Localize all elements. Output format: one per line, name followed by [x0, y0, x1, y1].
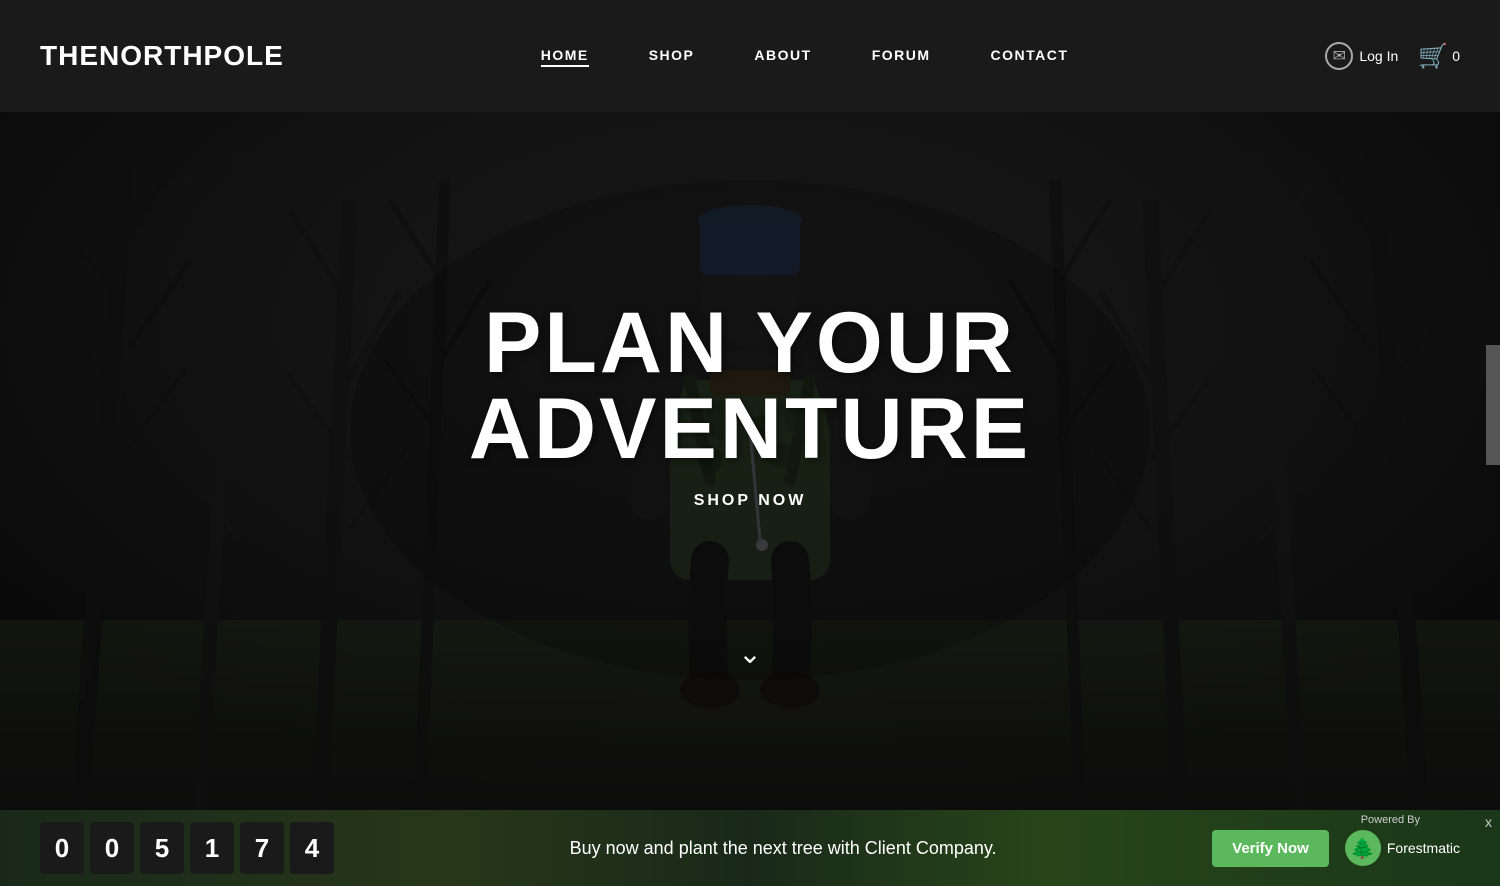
cart-button[interactable]: 🛒 0: [1418, 42, 1460, 71]
promo-banner: 0 0 5 1 7 4 Buy now and plant the next t…: [0, 810, 1500, 886]
brand-logo[interactable]: THENORTHPOLE: [40, 40, 284, 72]
cart-count: 0: [1452, 48, 1460, 64]
login-button[interactable]: ✉ Log In: [1325, 42, 1398, 70]
navbar: THENORTHPOLE HOME SHOP ABOUT FORUM CONTA…: [0, 0, 1500, 112]
digit-4: 1: [190, 822, 234, 874]
banner-close-button[interactable]: x: [1485, 814, 1492, 830]
forestmatic-brand: 🌲 Forestmatic: [1345, 830, 1460, 866]
nav-link-about[interactable]: ABOUT: [754, 47, 811, 63]
shop-now-button[interactable]: SHOP NOW: [694, 492, 807, 510]
banner-right: Verify Now 🌲 Forestmatic: [1212, 830, 1460, 867]
nav-links: HOME SHOP ABOUT FORUM CONTACT: [541, 47, 1069, 65]
scroll-down-button[interactable]: ⌄: [738, 637, 761, 670]
brand-name-suffix: NORTHPOLE: [99, 40, 284, 71]
digit-3: 5: [140, 822, 184, 874]
counter-display: 0 0 5 1 7 4: [40, 822, 334, 874]
powered-by-text: Powered By: [1361, 814, 1420, 826]
login-label: Log In: [1359, 48, 1398, 64]
nav-item-shop[interactable]: SHOP: [649, 47, 695, 65]
nav-item-forum[interactable]: FORUM: [872, 47, 931, 65]
cart-bag-icon: 🛒: [1418, 42, 1448, 71]
digit-2: 0: [90, 822, 134, 874]
scroll-indicator: [1486, 345, 1500, 465]
verify-button[interactable]: Verify Now: [1212, 830, 1329, 867]
hero-title: PLAN YOUR ADVENTURE: [375, 300, 1125, 472]
digit-1: 0: [40, 822, 84, 874]
digit-6: 4: [290, 822, 334, 874]
nav-link-forum[interactable]: FORUM: [872, 47, 931, 63]
nav-item-about[interactable]: ABOUT: [754, 47, 811, 65]
banner-promo-text: Buy now and plant the next tree with Cli…: [570, 838, 997, 859]
nav-link-shop[interactable]: SHOP: [649, 47, 695, 63]
nav-item-contact[interactable]: CONTACT: [991, 47, 1069, 65]
digit-5: 7: [240, 822, 284, 874]
nav-link-contact[interactable]: CONTACT: [991, 47, 1069, 63]
nav-link-home[interactable]: HOME: [541, 47, 589, 67]
user-icon: ✉: [1325, 42, 1353, 70]
brand-name-prefix: THE: [40, 40, 99, 71]
forestmatic-icon: 🌲: [1345, 830, 1381, 866]
nav-item-home[interactable]: HOME: [541, 47, 589, 65]
navbar-right: ✉ Log In 🛒 0: [1325, 42, 1460, 71]
forestmatic-label: Forestmatic: [1387, 840, 1460, 856]
